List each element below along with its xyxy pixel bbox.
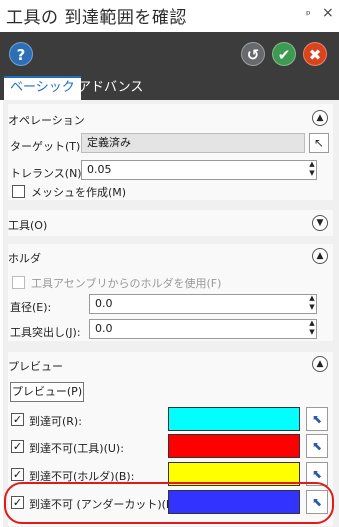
target-label: ターゲット(T):	[10, 140, 85, 153]
use-holder-label: 工具アセンブリからのホルダを使用(F)	[31, 277, 222, 290]
holder-header: ホルダ	[8, 252, 41, 265]
operation-header: オペレーション	[8, 114, 85, 127]
tab-basic[interactable]: ベーシック	[4, 76, 81, 100]
window-title: 工具の 到達範囲を確認	[6, 8, 187, 28]
reachable-checkbox[interactable]: ✓	[11, 413, 24, 426]
tool-header[interactable]: 工具(O)	[8, 217, 47, 233]
preview-button[interactable]: プレビュー(P)	[10, 382, 84, 402]
tolerance-field[interactable]: 0.05	[81, 160, 317, 180]
operation-collapse-icon[interactable]: ▲	[312, 110, 328, 126]
tab-strip: ベーシック アドバンス	[0, 76, 339, 100]
help-button[interactable]: ?	[9, 42, 33, 66]
use-holder-checkbox[interactable]	[12, 276, 25, 289]
unreachable-tool-color-swatch[interactable]	[168, 434, 300, 458]
target-select-icon[interactable]: ↖	[309, 133, 329, 153]
preview-header: プレビュー	[8, 360, 63, 373]
cancel-button[interactable]: ✖	[303, 42, 327, 66]
unreachable-tool-color-picker-icon[interactable]: ⬉	[306, 434, 328, 458]
toolbar: ? ↺ ✔ ✖	[0, 32, 339, 76]
overhang-field[interactable]: 0.0	[89, 319, 317, 339]
title-bar: 工具の 到達範囲を確認 ᵖ ×	[0, 0, 339, 32]
reachable-color-picker-icon[interactable]: ⬉	[306, 407, 328, 431]
tab-advanced[interactable]: アドバンス	[72, 76, 149, 100]
mesh-checkbox[interactable]	[12, 185, 25, 198]
pin-icon[interactable]: ᵖ	[306, 8, 311, 21]
tool-section	[8, 210, 333, 236]
reset-button[interactable]: ↺	[241, 42, 265, 66]
highlight-ring	[4, 482, 334, 524]
mesh-label: メッシュを作成(M)	[31, 186, 127, 199]
diameter-label: 直径(E):	[10, 301, 52, 314]
unreachable-tool-checkbox[interactable]: ✓	[11, 440, 24, 453]
ok-button[interactable]: ✔	[272, 42, 296, 66]
preview-collapse-icon[interactable]: ▲	[312, 356, 328, 372]
overhang-label: 工具突出し(J):	[10, 326, 81, 339]
reachable-color-swatch[interactable]	[168, 407, 300, 431]
tolerance-label: トレランス(N):	[10, 167, 86, 180]
diameter-spinner[interactable]: ▲ ▼	[307, 294, 317, 314]
unreachable-holder-checkbox[interactable]: ✓	[11, 468, 24, 481]
target-field: 定義済み	[81, 133, 305, 153]
tool-expand-icon[interactable]: ▼	[312, 215, 328, 231]
tolerance-spinner[interactable]: ▲ ▼	[307, 160, 317, 180]
overhang-spinner[interactable]: ▲ ▼	[307, 319, 317, 339]
diameter-field[interactable]: 0.0	[89, 294, 317, 314]
holder-collapse-icon[interactable]: ▲	[312, 248, 328, 264]
unreachable-tool-label: 到達不可(工具)(U):	[29, 442, 124, 455]
close-icon[interactable]: ×	[322, 5, 334, 21]
reachable-label: 到達可(R):	[29, 415, 82, 428]
